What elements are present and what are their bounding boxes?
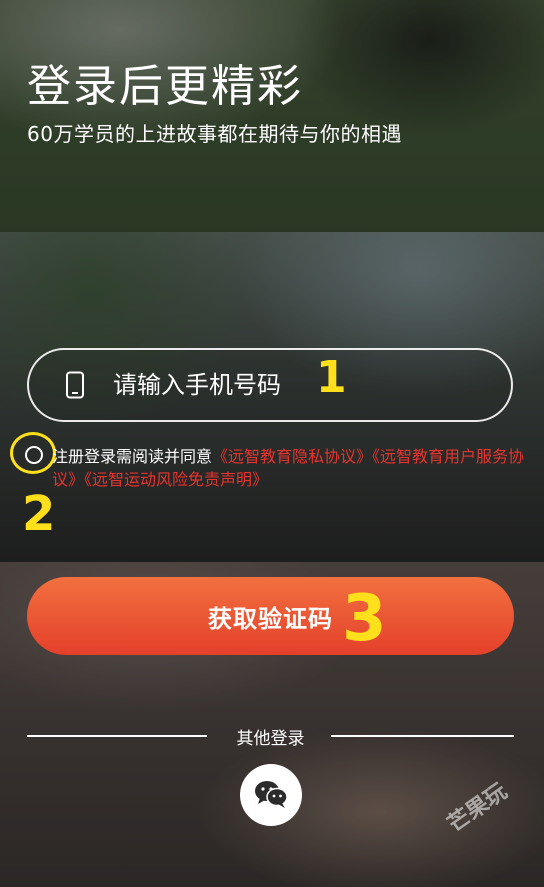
phone-icon xyxy=(65,371,85,399)
wechat-login-button[interactable] xyxy=(240,764,302,826)
agreement-radio[interactable] xyxy=(25,446,43,464)
phone-input[interactable] xyxy=(111,370,415,400)
agreement-text: 注册登录需阅读并同意《远智教育隐私协议》《远智教育用户服务协议》《远智运动风险免… xyxy=(52,445,527,491)
get-verification-code-button[interactable]: 获取验证码 xyxy=(27,577,514,655)
annotation-1: 1 xyxy=(316,352,347,403)
page-title: 登录后更精彩 xyxy=(27,61,303,112)
page-subtitle: 60万学员的上进故事都在期待与你的相遇 xyxy=(27,122,402,146)
sports-risk-disclaimer-link[interactable]: 《远智运动风险免责声明》 xyxy=(84,470,268,489)
agreement-prefix: 注册登录需阅读并同意 xyxy=(52,447,213,466)
annotation-2: 2 xyxy=(22,486,56,542)
wechat-icon xyxy=(254,779,288,812)
other-login-divider: 其他登录 xyxy=(27,724,514,749)
phone-field[interactable] xyxy=(27,348,513,422)
annotation-3: 3 xyxy=(342,582,387,656)
divider-line-right xyxy=(331,735,514,737)
privacy-policy-link[interactable]: 《远智教育隐私协议》 xyxy=(212,447,372,466)
background-photo-graduation xyxy=(0,0,544,232)
